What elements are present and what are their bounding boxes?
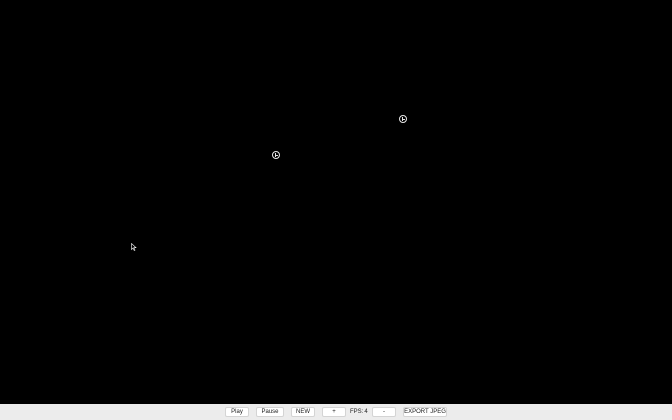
export-jpeg-button[interactable]: EXPORT JPEG bbox=[403, 407, 447, 417]
fps-value: 4 bbox=[364, 409, 368, 415]
cell-sprite-icon bbox=[272, 151, 280, 159]
control-bar: Play Pause NEW + FPS:4 - EXPORT JPEG bbox=[0, 404, 672, 420]
cell-sprite-icon bbox=[399, 115, 407, 123]
play-button[interactable]: Play bbox=[225, 407, 249, 417]
animation-canvas[interactable] bbox=[0, 0, 672, 404]
decrease-fps-button[interactable]: - bbox=[372, 407, 396, 417]
fps-readout: FPS:4 bbox=[350, 407, 368, 417]
increase-fps-button[interactable]: + bbox=[322, 407, 346, 417]
new-button[interactable]: NEW bbox=[291, 407, 315, 417]
mouse-pointer-icon bbox=[131, 243, 137, 251]
pause-button[interactable]: Pause bbox=[256, 407, 284, 417]
fps-label: FPS: bbox=[350, 409, 364, 415]
